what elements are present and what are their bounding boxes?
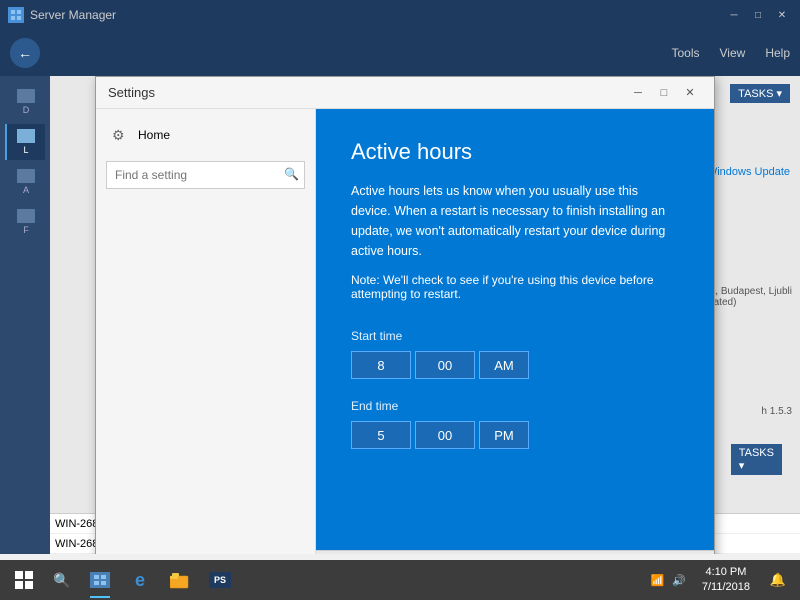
start-button[interactable]: [4, 560, 44, 600]
sidebar-item-d[interactable]: D: [5, 84, 45, 120]
settings-home-label: Home: [138, 128, 170, 142]
settings-home-item[interactable]: ⚙ Home: [96, 117, 315, 153]
settings-window-controls: ─ □ ✕: [626, 81, 702, 105]
server-manager-window: Server Manager ─ □ ✕ ← Tools View Help D…: [0, 0, 800, 600]
settings-titlebar: Settings ─ □ ✕: [96, 77, 714, 109]
end-time-label: End time: [351, 399, 679, 413]
sm-minimize-button[interactable]: ─: [724, 5, 744, 25]
taskbar-search-button[interactable]: 🔍: [44, 560, 80, 600]
sidebar-icon-f: [17, 209, 35, 223]
taskbar-system-icons: 📶 🔊: [644, 574, 691, 587]
end-hour-field[interactable]: 5: [351, 421, 411, 449]
settings-sidebar: ⚙ Home 🔍: [96, 109, 316, 554]
sm-menu-bar: ← Tools View Help: [0, 30, 800, 76]
sidebar-item-l[interactable]: L: [5, 124, 45, 160]
end-time-fields: 5 00 PM: [351, 421, 679, 449]
end-ampm-field[interactable]: PM: [479, 421, 529, 449]
taskbar: 🔍 e PS 📶 🔊 4:10 PM: [0, 560, 800, 600]
looking-updates-section: Looking for info on the latest updates? …: [316, 550, 714, 554]
settings-close-button[interactable]: ✕: [678, 81, 702, 105]
taskbar-date-display: 7/11/2018: [702, 580, 750, 595]
server-manager-icon: [8, 7, 24, 23]
settings-search-input[interactable]: [106, 161, 305, 189]
sm-layout: D L A F TASKS ▾ using Windows Update: [0, 76, 800, 554]
sidebar-item-a[interactable]: A: [5, 164, 45, 200]
settings-content-area: 2018-05 Cumulative Update for Windows Se…: [316, 109, 714, 554]
start-ampm-field[interactable]: AM: [479, 351, 529, 379]
dialog-title: Active hours: [351, 139, 679, 165]
tasks-button-top[interactable]: TASKS ▾: [730, 84, 790, 103]
dialog-note: Note: We'll check to see if you're using…: [351, 273, 679, 301]
taskbar-right-area: 📶 🔊 4:10 PM 7/11/2018 🔔: [644, 560, 796, 600]
network-icon: 📶: [650, 574, 664, 587]
settings-search-container: 🔍: [106, 161, 305, 189]
sm-window-controls: ─ □ ✕: [724, 5, 792, 25]
sidebar-item-f[interactable]: F: [5, 204, 45, 240]
sm-close-button[interactable]: ✕: [772, 5, 792, 25]
end-min-field[interactable]: 00: [415, 421, 475, 449]
server-manager-titlebar: Server Manager ─ □ ✕: [0, 0, 800, 30]
tools-menu[interactable]: Tools: [672, 46, 700, 60]
taskbar-item-server-manager[interactable]: [80, 560, 120, 600]
sidebar-icon-l: [17, 129, 35, 143]
help-menu[interactable]: Help: [765, 46, 790, 60]
sm-back-button[interactable]: ←: [10, 38, 40, 68]
taskbar-item-ie[interactable]: e: [120, 560, 160, 600]
sm-sidebar: D L A F: [0, 76, 50, 554]
start-time-label: Start time: [351, 329, 679, 343]
sidebar-icon-d: [17, 89, 35, 103]
version-text: h 1.5.3: [761, 406, 792, 417]
start-min-field[interactable]: 00: [415, 351, 475, 379]
settings-body: ⚙ Home 🔍 2018-05 Cumulative Update for W…: [96, 109, 714, 554]
active-hours-dialog: Active hours Active hours lets us know w…: [316, 109, 714, 554]
view-menu[interactable]: View: [720, 46, 746, 60]
sm-maximize-button[interactable]: □: [748, 5, 768, 25]
taskbar-item-explorer[interactable]: [160, 560, 200, 600]
settings-minimize-button[interactable]: ─: [626, 81, 650, 105]
sidebar-icon-a: [17, 169, 35, 183]
gear-icon: ⚙: [112, 127, 128, 143]
start-hour-field[interactable]: 8: [351, 351, 411, 379]
settings-maximize-button[interactable]: □: [652, 81, 676, 105]
powershell-icon: PS: [209, 572, 231, 588]
start-time-fields: 8 00 AM: [351, 351, 679, 379]
settings-window: Settings ─ □ ✕ ⚙ Home: [95, 76, 715, 554]
taskbar-clock[interactable]: 4:10 PM 7/11/2018: [696, 565, 756, 596]
settings-title: Settings: [108, 85, 626, 100]
server-manager-taskbar-icon: [90, 572, 110, 588]
tasks-button-bottom[interactable]: TASKS ▾: [731, 444, 782, 475]
server-manager-title: Server Manager: [30, 8, 116, 22]
latest-updates-bar: Looking for info on the latest updates? …: [316, 551, 714, 554]
volume-icon: 🔊: [672, 574, 686, 587]
dialog-description: Active hours lets us know when you usual…: [351, 181, 679, 261]
search-icon: 🔍: [284, 167, 299, 181]
taskbar-time-display: 4:10 PM: [702, 565, 750, 580]
sm-main-content: TASKS ▾ using Windows Update atislava, B…: [50, 76, 800, 554]
taskbar-notification-button[interactable]: 🔔: [760, 560, 796, 600]
taskbar-item-powershell[interactable]: PS: [200, 560, 240, 600]
